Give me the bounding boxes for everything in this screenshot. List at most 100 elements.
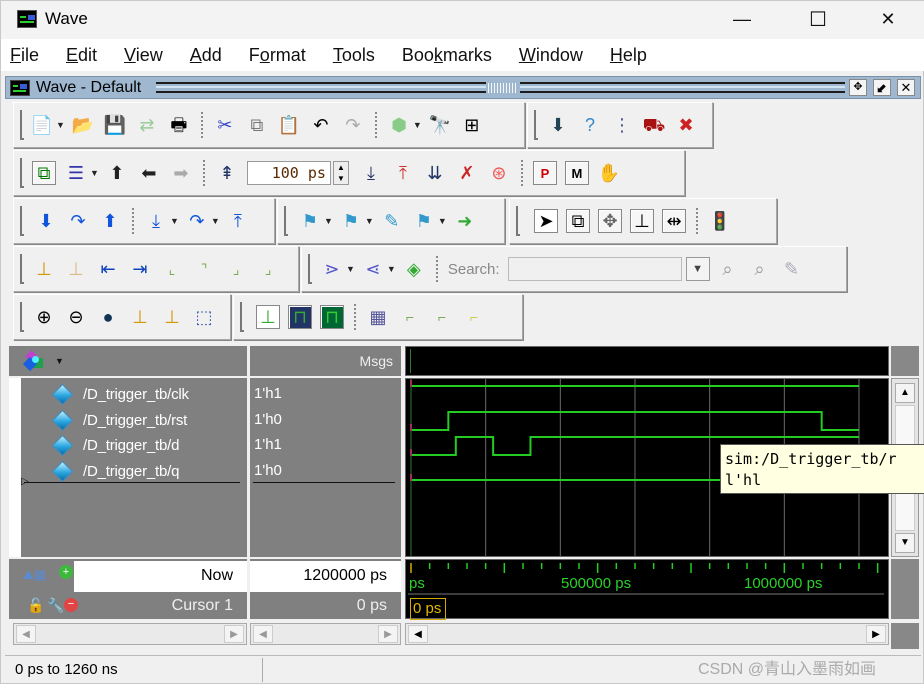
- menu-format[interactable]: Format: [246, 45, 309, 66]
- toolbar-handle[interactable]: [284, 206, 288, 236]
- scroll-down-icon[interactable]: ▼: [895, 533, 915, 553]
- save-icon[interactable]: 💾: [103, 113, 127, 137]
- scroll-up-icon[interactable]: ▲: [895, 383, 915, 403]
- cursor-label[interactable]: Cursor 1: [172, 597, 233, 615]
- link-icon[interactable]: ⧉: [32, 161, 56, 185]
- timeline-pane[interactable]: ps 500000 ps 1000000 ps 0 ps: [405, 559, 889, 620]
- toolbar-handle[interactable]: [20, 302, 24, 332]
- toolbar-handle[interactable]: [240, 302, 244, 332]
- dropdown-arrow-icon[interactable]: ▼: [56, 120, 65, 130]
- dropdown-arrow-icon[interactable]: ▼: [90, 168, 99, 178]
- delete-cursor-button-icon[interactable]: −: [64, 598, 78, 612]
- cut-icon[interactable]: ✂: [213, 113, 237, 137]
- menu-help[interactable]: Help: [607, 45, 650, 66]
- select-mode-icon[interactable]: ➤: [534, 209, 558, 233]
- redo-icon[interactable]: ↷: [341, 113, 365, 137]
- dotted-fill-icon[interactable]: ▦: [366, 305, 390, 329]
- layout-new-icon[interactable]: ⚑: [298, 209, 322, 233]
- toolbar-handle[interactable]: [20, 254, 24, 284]
- zoom-cursors-icon[interactable]: ⊥: [160, 305, 184, 329]
- next-transition-icon[interactable]: ⇥: [128, 257, 152, 281]
- step-edge-icon[interactable]: ⌐: [430, 305, 454, 329]
- menu-edit[interactable]: Edit: [63, 45, 100, 66]
- right-arrow-icon[interactable]: ➡: [169, 161, 193, 185]
- memory-profiler-icon[interactable]: M: [564, 161, 589, 185]
- step-edge-yellow-icon[interactable]: ⌐: [462, 305, 486, 329]
- menu-bookmarks[interactable]: Bookmarks: [399, 45, 495, 66]
- step-out-icon[interactable]: ⬆: [98, 209, 122, 233]
- dropdown-arrow-icon[interactable]: ▼: [438, 216, 447, 226]
- run-icon[interactable]: ⤓: [359, 161, 383, 185]
- close-button[interactable]: ✕: [865, 1, 911, 37]
- continue-run-icon[interactable]: ⤒: [391, 161, 415, 185]
- search-prev-icon[interactable]: ⌕: [716, 257, 740, 281]
- toolbar-handle[interactable]: [20, 158, 24, 188]
- open-folder-icon[interactable]: 📂: [71, 113, 95, 137]
- menu-file[interactable]: File: [7, 45, 42, 66]
- signal-row[interactable]: /D_trigger_tb/d: [51, 433, 179, 458]
- signal-name[interactable]: /D_trigger_tb/q: [83, 463, 179, 480]
- break-icon[interactable]: ✗: [455, 161, 479, 185]
- expand-collapse-icon[interactable]: ⊞: [460, 113, 484, 137]
- step-out-dataflow-icon[interactable]: ⤒: [226, 209, 250, 233]
- zoom-in-icon[interactable]: ⊕: [32, 305, 56, 329]
- signal-row[interactable]: /D_trigger_tb/q: [51, 459, 179, 484]
- undo-icon[interactable]: ↶: [309, 113, 333, 137]
- pan-mode-icon[interactable]: ✥: [598, 209, 622, 233]
- edit-mode-icon[interactable]: ⊥: [630, 209, 654, 233]
- wrench-icon[interactable]: 🔧: [47, 597, 64, 614]
- layout-delete-icon[interactable]: ⚑: [339, 209, 363, 233]
- expand-time-icon[interactable]: ◈: [402, 257, 426, 281]
- menu-window[interactable]: Window: [516, 45, 586, 66]
- dropdown-arrow-icon[interactable]: ▼: [211, 216, 220, 226]
- find-target-icon[interactable]: ⬢: [387, 113, 411, 137]
- delete-cursor-icon[interactable]: ⊥: [64, 257, 88, 281]
- show-clock-icon[interactable]: ⊓: [320, 305, 344, 329]
- spin-up-icon[interactable]: ▲: [334, 162, 348, 173]
- zoom-full-icon[interactable]: ●: [96, 305, 120, 329]
- help-query-icon[interactable]: ?: [578, 113, 602, 137]
- menu-tools[interactable]: Tools: [330, 45, 378, 66]
- hand-icon[interactable]: ✋: [597, 161, 621, 185]
- up-arrow-icon[interactable]: ⬆: [105, 161, 129, 185]
- dropdown-arrow-icon[interactable]: ▼: [365, 216, 374, 226]
- run-all-icon[interactable]: ⇊: [423, 161, 447, 185]
- zoom-mode-icon[interactable]: ⧉: [566, 209, 590, 233]
- scroll-right-icon[interactable]: ▶: [866, 625, 886, 643]
- menu-add[interactable]: Add: [187, 45, 225, 66]
- wave-subwindow-titlebar[interactable]: Wave - Default ✥ ⬋ ✕: [5, 76, 921, 99]
- new-file-icon[interactable]: 📄: [30, 113, 54, 137]
- dropdown-arrow-icon[interactable]: ▼: [413, 120, 422, 130]
- minimize-button[interactable]: —: [719, 1, 765, 37]
- insert-divider-icon[interactable]: ☰: [64, 161, 88, 185]
- performance-profiler-icon[interactable]: P: [532, 161, 557, 185]
- wave-hscrollbar[interactable]: ◀ ▶: [405, 623, 889, 645]
- signal-name[interactable]: /D_trigger_tb/rst: [83, 412, 187, 429]
- drag-grip[interactable]: [520, 82, 845, 93]
- now-icons[interactable]: ⛰▦: [23, 567, 46, 583]
- traffic-light-icon[interactable]: 🚦: [708, 209, 732, 233]
- layout-load-icon[interactable]: ➜: [453, 209, 477, 233]
- dropdown-arrow-icon[interactable]: ▼: [346, 264, 355, 274]
- step-over-dataflow-icon[interactable]: ↷: [185, 209, 209, 233]
- add-cursor-icon[interactable]: +: [59, 565, 73, 579]
- scroll-left-icon[interactable]: ◀: [16, 625, 36, 643]
- zoom-out-icon[interactable]: ⊖: [64, 305, 88, 329]
- subwindow-close-button[interactable]: ✕: [897, 79, 915, 96]
- compile-icon[interactable]: ⬇: [546, 113, 570, 137]
- compile-all-icon[interactable]: ⋮: [610, 113, 634, 137]
- search-options-icon[interactable]: ✎: [780, 257, 804, 281]
- show-pulse-icon[interactable]: ⊓: [288, 305, 312, 329]
- paste-icon[interactable]: 📋: [277, 113, 301, 137]
- search-dropdown-icon[interactable]: ▼: [685, 257, 710, 281]
- toolbar-handle[interactable]: [534, 110, 538, 140]
- find-falling-edge-icon[interactable]: ⌞: [160, 257, 184, 281]
- dropdown-arrow-icon[interactable]: ▼: [387, 264, 396, 274]
- layout-edit-icon[interactable]: ✎: [380, 209, 404, 233]
- signal-row[interactable]: /D_trigger_tb/clk: [51, 382, 189, 407]
- find-prev-edge-icon[interactable]: ⌟: [224, 257, 248, 281]
- signal-type-icon[interactable]: [22, 350, 45, 372]
- previous-transition-icon[interactable]: ⇤: [96, 257, 120, 281]
- print-icon[interactable]: 🖶: [167, 113, 191, 137]
- find-next-edge-icon[interactable]: ⌟: [256, 257, 280, 281]
